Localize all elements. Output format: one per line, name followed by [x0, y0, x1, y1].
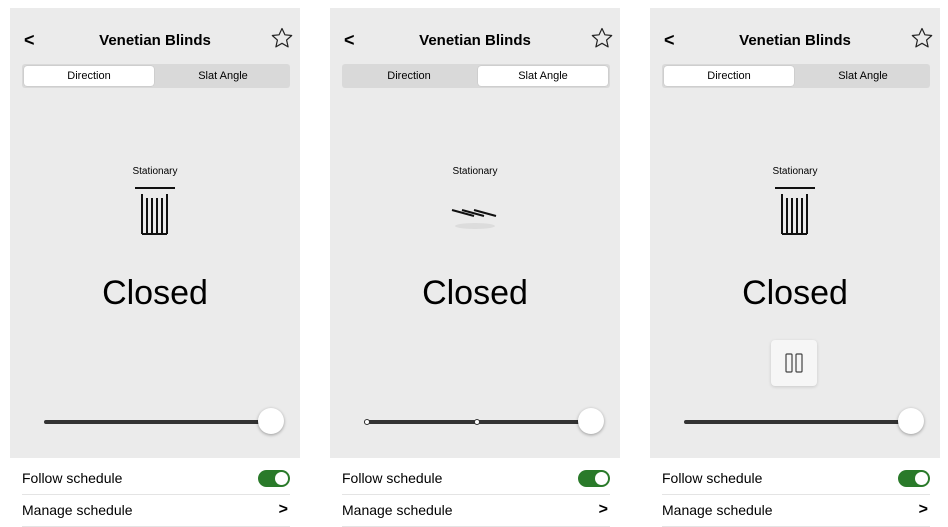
tab-direction[interactable]: Direction: [24, 66, 154, 86]
movement-status: Stationary: [772, 166, 818, 177]
chevron-right-icon: >: [918, 501, 928, 518]
favorite-star-icon[interactable]: [910, 26, 934, 50]
follow-schedule-label: Follow schedule: [342, 470, 443, 486]
pause-icon: [785, 353, 803, 373]
slider-mid-marker: [474, 419, 480, 425]
blind-closed-icon: [135, 187, 175, 235]
follow-schedule-row: Follow schedule: [22, 462, 290, 495]
follow-schedule-toggle[interactable]: [578, 470, 610, 487]
mode-segmented-control: Direction Slat Angle: [662, 64, 930, 88]
tab-direction[interactable]: Direction: [664, 66, 794, 86]
screen-1: < Venetian Blinds Direction Slat Angle S…: [10, 0, 300, 527]
back-icon[interactable]: <: [24, 30, 38, 50]
manage-schedule-row[interactable]: Manage schedule >: [662, 494, 930, 527]
manage-schedule-row[interactable]: Manage schedule >: [22, 494, 290, 527]
screen-3: < Venetian Blinds Direction Slat Angle S…: [650, 0, 940, 527]
mode-segmented-control: Direction Slat Angle: [342, 64, 610, 88]
toggle-knob: [595, 472, 608, 485]
tab-slat-angle[interactable]: Slat Angle: [158, 66, 288, 86]
manage-schedule-row[interactable]: Manage schedule >: [342, 494, 610, 527]
manage-schedule-label: Manage schedule: [342, 502, 453, 518]
chevron-right-icon: >: [598, 501, 608, 518]
chevron-right-icon: >: [278, 501, 288, 518]
follow-schedule-toggle[interactable]: [258, 470, 290, 487]
toggle-knob: [275, 472, 288, 485]
follow-schedule-toggle[interactable]: [898, 470, 930, 487]
device-panel: < Venetian Blinds Direction Slat Angle S…: [10, 8, 300, 458]
movement-status: Stationary: [132, 166, 178, 177]
mode-segmented-control: Direction Slat Angle: [22, 64, 290, 88]
position-slider-track[interactable]: [44, 420, 272, 424]
manage-schedule-label: Manage schedule: [662, 502, 773, 518]
blind-state: Closed: [742, 274, 848, 312]
follow-schedule-label: Follow schedule: [662, 470, 763, 486]
angle-slider-thumb[interactable]: [578, 408, 604, 434]
page-title: Venetian Blinds: [739, 32, 851, 49]
slider-min-marker: [364, 419, 370, 425]
follow-schedule-row: Follow schedule: [342, 462, 610, 495]
slat-angle-icon: [451, 209, 497, 229]
favorite-star-icon[interactable]: [270, 26, 294, 50]
blind-state: Closed: [102, 274, 208, 312]
device-panel: < Venetian Blinds Direction Slat Angle S…: [330, 8, 620, 458]
pause-button[interactable]: [771, 340, 817, 386]
movement-status: Stationary: [452, 166, 498, 177]
favorite-star-icon[interactable]: [590, 26, 614, 50]
blind-closed-icon: [775, 187, 815, 235]
toggle-knob: [915, 472, 928, 485]
tab-slat-angle[interactable]: Slat Angle: [798, 66, 928, 86]
back-icon[interactable]: <: [664, 30, 678, 50]
screen-2: < Venetian Blinds Direction Slat Angle S…: [330, 0, 620, 527]
tab-slat-angle[interactable]: Slat Angle: [478, 66, 608, 86]
device-panel: < Venetian Blinds Direction Slat Angle S…: [650, 8, 940, 458]
follow-schedule-row: Follow schedule: [662, 462, 930, 495]
blind-state: Closed: [422, 274, 528, 312]
position-slider-thumb[interactable]: [258, 408, 284, 434]
position-slider-track[interactable]: [684, 420, 912, 424]
page-title: Venetian Blinds: [99, 32, 211, 49]
page-title: Venetian Blinds: [419, 32, 531, 49]
tab-direction[interactable]: Direction: [344, 66, 474, 86]
position-slider-thumb[interactable]: [898, 408, 924, 434]
follow-schedule-label: Follow schedule: [22, 470, 123, 486]
back-icon[interactable]: <: [344, 30, 358, 50]
manage-schedule-label: Manage schedule: [22, 502, 133, 518]
